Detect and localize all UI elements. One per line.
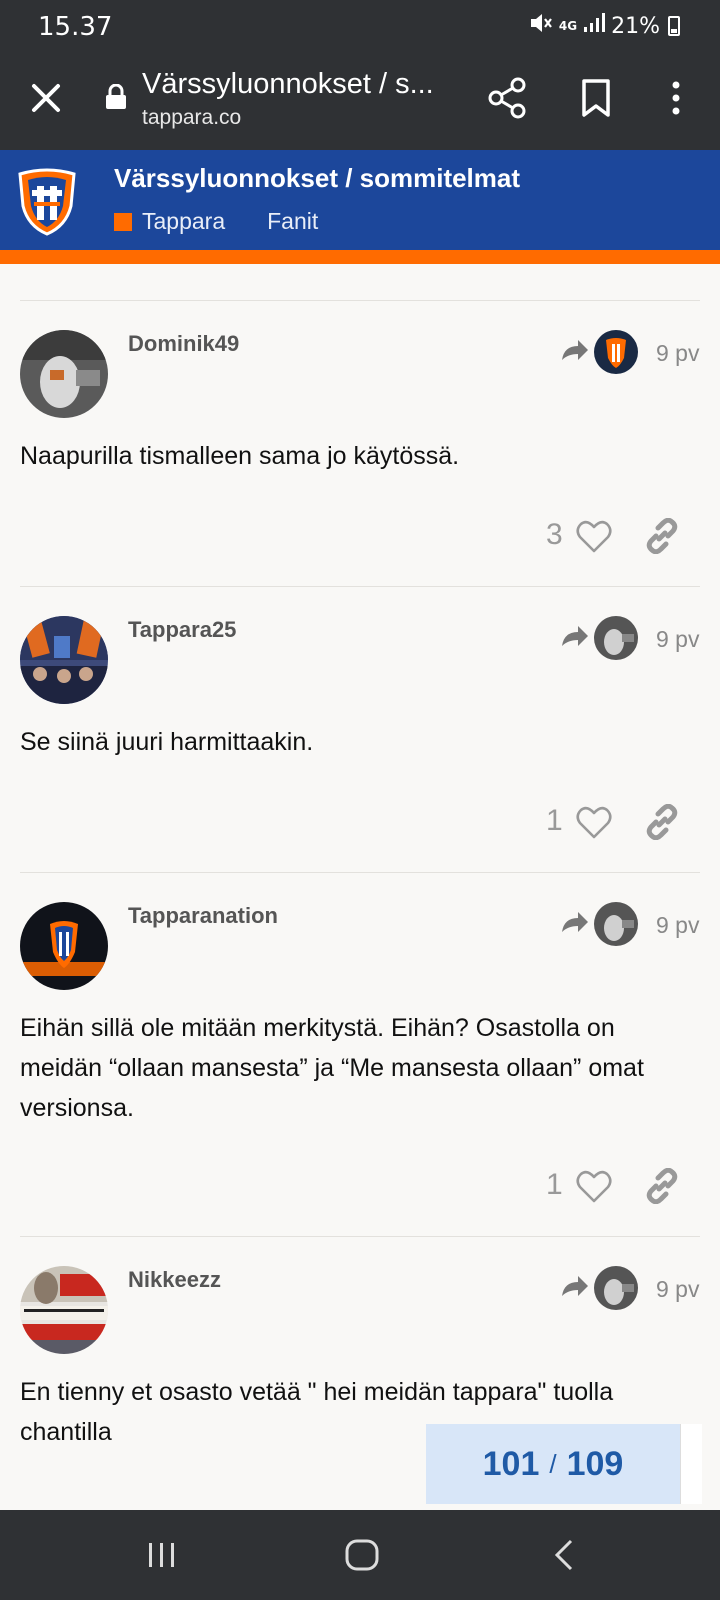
heart-icon[interactable] (576, 520, 612, 554)
avatar[interactable] (20, 1266, 108, 1354)
reply-arrow-icon[interactable] (560, 910, 590, 936)
reply-arrow-icon[interactable] (560, 338, 590, 364)
more-vertical-icon (672, 81, 680, 115)
avatar[interactable] (20, 902, 108, 990)
link-icon[interactable] (644, 518, 680, 554)
battery-icon (668, 16, 680, 36)
post-divider (20, 872, 700, 873)
user-avatar-image (20, 616, 108, 704)
progress-expand-handle[interactable] (680, 1424, 702, 1504)
reply-to-avatar[interactable] (594, 902, 638, 946)
share-icon (488, 77, 526, 119)
post-date[interactable]: 9 pv (656, 626, 699, 653)
heart-icon[interactable] (576, 1170, 612, 1204)
post-date[interactable]: 9 pv (656, 1276, 699, 1303)
close-icon (32, 84, 60, 112)
status-bar: 15.37 4G 21% (0, 0, 720, 54)
link-icon[interactable] (644, 1168, 680, 1204)
like-count[interactable]: 1 (546, 1168, 563, 1202)
browser-toolbar: Värssyluonnokset / s... tappara.co (0, 54, 720, 150)
user-mini-avatar-icon (594, 616, 638, 660)
user-mini-avatar-icon (594, 902, 638, 946)
progress-current: 101 (482, 1444, 540, 1483)
heart-icon[interactable] (576, 806, 612, 840)
topic-title[interactable]: Värssyluonnokset / sommitelmat (114, 163, 520, 194)
system-navigation-bar (0, 1510, 720, 1600)
network-type-icon: 4G (559, 20, 577, 32)
like-count[interactable]: 1 (546, 804, 563, 838)
page-title[interactable]: Värssyluonnokset / s... (142, 68, 442, 101)
tappara-logo[interactable] (16, 166, 78, 236)
user-avatar-image (20, 1266, 108, 1354)
signal-icon (583, 13, 606, 39)
share-button[interactable] (486, 76, 530, 120)
user-avatar-image (20, 902, 108, 990)
header-accent-bar (0, 250, 720, 264)
subcategory-link[interactable]: Fanit (267, 208, 318, 235)
username[interactable]: Nikkeezz (128, 1267, 221, 1293)
category-color-badge (114, 212, 132, 231)
category-breadcrumb: Tappara Fanit (114, 208, 318, 235)
page-domain[interactable]: tappara.co (142, 106, 241, 130)
link-icon[interactable] (644, 804, 680, 840)
reply-to-avatar[interactable] (594, 1266, 638, 1310)
home-icon[interactable] (344, 1538, 380, 1572)
post-body: Se siinä juuri harmittaakin. (20, 728, 314, 756)
reply-arrow-icon[interactable] (560, 624, 590, 650)
progress-total: 109 (566, 1444, 624, 1483)
avatar[interactable] (20, 330, 108, 418)
post-body: Naapurilla tismalleen sama jo käytössä. (20, 442, 460, 470)
battery-percent: 21% (611, 13, 660, 39)
reply-arrow-icon[interactable] (560, 1274, 590, 1300)
post-date[interactable]: 9 pv (656, 912, 699, 939)
category-link[interactable]: Tappara (142, 208, 225, 235)
post-divider (20, 300, 700, 301)
network-type-label: 4G (558, 19, 578, 33)
tappara-mini-avatar-icon (594, 330, 638, 374)
status-time: 15.37 (38, 12, 113, 42)
user-mini-avatar-icon (594, 1266, 638, 1310)
reply-to-avatar[interactable] (594, 616, 638, 660)
close-tab-button[interactable] (26, 78, 66, 118)
post-divider (20, 1236, 700, 1237)
back-icon[interactable] (552, 1538, 576, 1572)
reply-to-avatar[interactable] (594, 330, 638, 374)
like-count[interactable]: 3 (546, 518, 563, 552)
forum-header: Värssyluonnokset / sommitelmat Tappara F… (0, 150, 720, 250)
status-icons: 4G 21% (529, 12, 680, 40)
mute-icon (529, 12, 553, 40)
bookmark-button[interactable] (574, 76, 618, 120)
topic-progress-indicator[interactable]: 101 / 109 (426, 1424, 680, 1504)
post-divider (20, 586, 700, 587)
username[interactable]: Tapparanation (128, 903, 278, 929)
user-avatar-image (20, 330, 108, 418)
browser-menu-button[interactable] (656, 76, 696, 120)
username[interactable]: Dominik49 (128, 331, 239, 357)
tappara-shield-icon (18, 168, 76, 236)
recent-apps-icon[interactable] (146, 1540, 178, 1570)
username[interactable]: Tappara25 (128, 617, 236, 643)
lock-icon (106, 84, 126, 109)
avatar[interactable] (20, 616, 108, 704)
post-body: Eihän sillä ole mitään merkitystä. Eihän… (20, 1014, 644, 1122)
bookmark-icon (582, 79, 610, 117)
progress-separator: / (549, 1448, 557, 1479)
post-date[interactable]: 9 pv (656, 340, 699, 367)
